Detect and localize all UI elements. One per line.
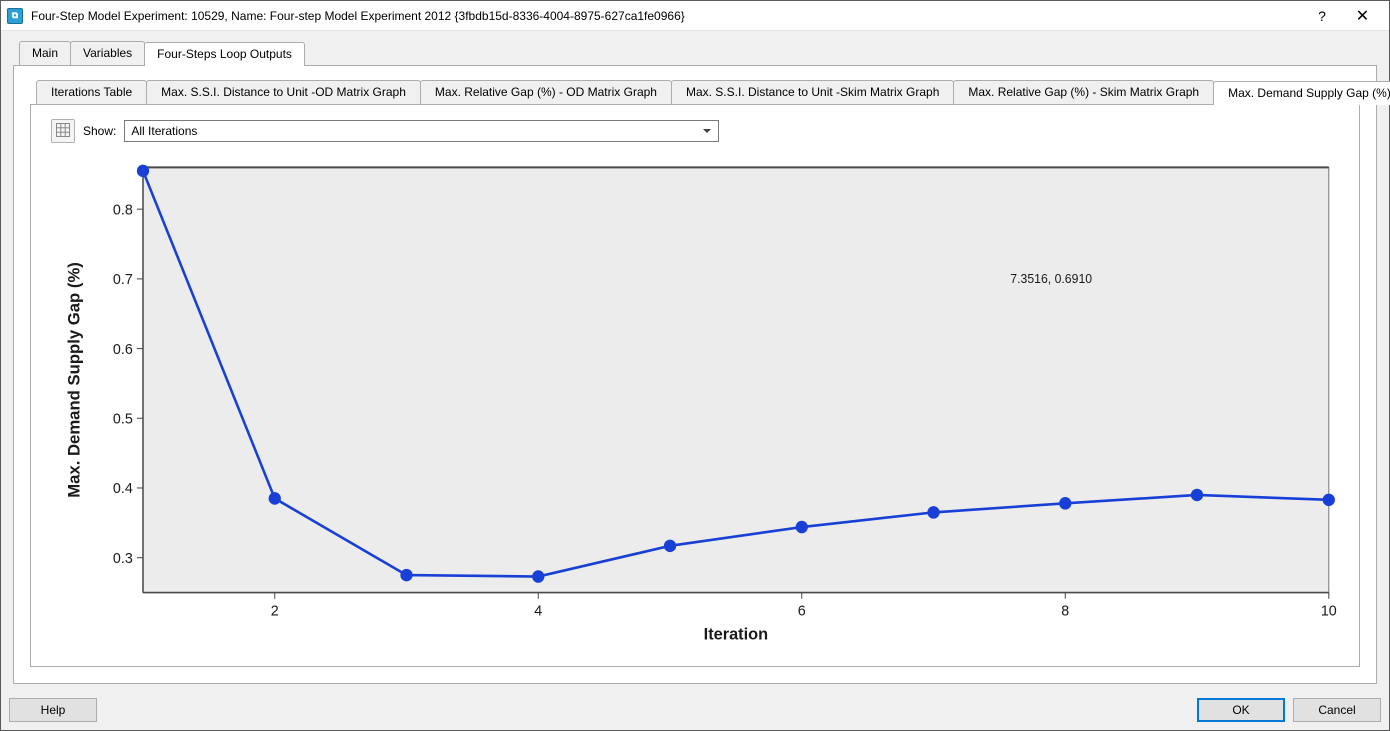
svg-text:10: 10 xyxy=(1321,603,1337,619)
svg-text:0.4: 0.4 xyxy=(113,481,133,497)
content-area: MainVariablesFour-Steps Loop Outputs Ite… xyxy=(1,31,1389,692)
inner-tab-2[interactable]: Max. Relative Gap (%) - OD Matrix Graph xyxy=(420,80,672,104)
svg-text:0.8: 0.8 xyxy=(113,202,133,218)
svg-text:0.5: 0.5 xyxy=(113,411,133,427)
outer-tab-1[interactable]: Variables xyxy=(70,41,145,65)
chart-toolbar: Show: All Iterations xyxy=(51,119,1339,143)
inner-tab-4[interactable]: Max. Relative Gap (%) - Skim Matrix Grap… xyxy=(953,80,1214,104)
inner-tab-panel: Show: All Iterations 0.3 0.4 0.5 0.6 0.7 0.8 2… xyxy=(30,104,1360,667)
inner-tab-1[interactable]: Max. S.S.I. Distance to Unit -OD Matrix … xyxy=(146,80,421,104)
svg-text:8: 8 xyxy=(1061,603,1069,619)
outer-tab-2[interactable]: Four-Steps Loop Outputs xyxy=(144,42,305,66)
inner-tab-0[interactable]: Iterations Table xyxy=(36,80,147,104)
dialog-window: ⧉ Four-Step Model Experiment: 10529, Nam… xyxy=(0,0,1390,731)
line-chart: 0.3 0.4 0.5 0.6 0.7 0.8 2 4 6 8 10 7.3516, 0.6910 It… xyxy=(51,159,1339,650)
app-icon: ⧉ xyxy=(7,8,23,24)
inner-tab-strip: Iterations TableMax. S.S.I. Distance to … xyxy=(36,80,1360,104)
chart-area: 0.3 0.4 0.5 0.6 0.7 0.8 2 4 6 8 10 7.3516, 0.6910 It… xyxy=(51,153,1339,650)
outer-tab-strip: MainVariablesFour-Steps Loop Outputs xyxy=(19,41,1377,65)
svg-text:6: 6 xyxy=(798,603,806,619)
show-select-value: All Iterations xyxy=(131,124,197,138)
help-titlebar-button[interactable]: ? xyxy=(1304,2,1340,30)
ok-button-label: OK xyxy=(1232,703,1249,717)
outer-tab-panel: Iterations TableMax. S.S.I. Distance to … xyxy=(13,65,1377,684)
svg-text:0.6: 0.6 xyxy=(113,342,133,358)
show-iterations-select[interactable]: All Iterations xyxy=(124,120,719,142)
svg-text:7.3516, 0.6910: 7.3516, 0.6910 xyxy=(1010,272,1092,286)
svg-text:0.7: 0.7 xyxy=(113,272,133,288)
grid-toggle-button[interactable] xyxy=(51,119,75,143)
outer-tab-0[interactable]: Main xyxy=(19,41,71,65)
svg-text:Iteration: Iteration xyxy=(704,624,768,643)
svg-text:Max. Demand Supply Gap (%): Max. Demand Supply Gap (%) xyxy=(65,262,84,498)
inner-tab-5[interactable]: Max. Demand Supply Gap (%) Graph xyxy=(1213,81,1390,105)
cancel-button[interactable]: Cancel xyxy=(1293,698,1381,722)
inner-tab-3[interactable]: Max. S.S.I. Distance to Unit -Skim Matri… xyxy=(671,80,954,104)
help-button-label: Help xyxy=(41,703,66,717)
close-button[interactable]: ✕ xyxy=(1340,2,1385,30)
help-button[interactable]: Help xyxy=(9,698,97,722)
svg-text:4: 4 xyxy=(534,603,542,619)
titlebar: ⧉ Four-Step Model Experiment: 10529, Nam… xyxy=(1,1,1389,31)
svg-text:2: 2 xyxy=(271,603,279,619)
svg-text:0.3: 0.3 xyxy=(113,551,133,567)
ok-button[interactable]: OK xyxy=(1197,698,1285,722)
cancel-button-label: Cancel xyxy=(1318,703,1355,717)
dialog-footer: Help OK Cancel xyxy=(1,692,1389,730)
window-title: Four-Step Model Experiment: 10529, Name:… xyxy=(31,9,1304,23)
grid-icon xyxy=(56,123,70,140)
show-label: Show: xyxy=(83,124,116,138)
